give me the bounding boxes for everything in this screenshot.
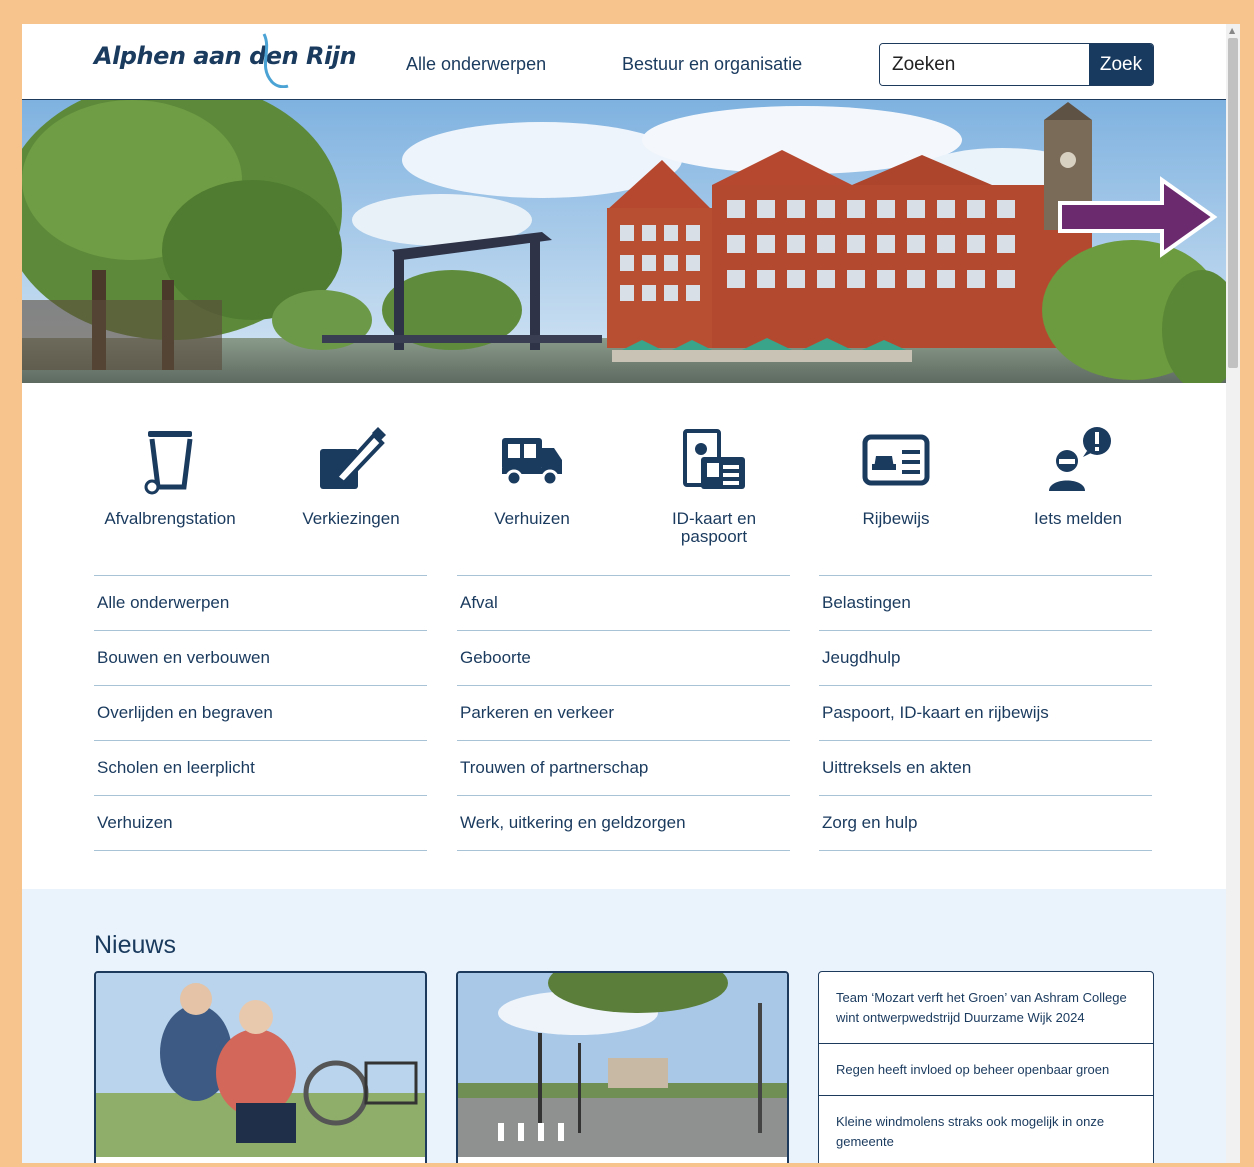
news-list: Team ‘Mozart verft het Groen’ van Ashram… <box>818 971 1154 1163</box>
scroll-up-icon[interactable]: ▲ <box>1229 26 1235 35</box>
news-list-item[interactable]: Team ‘Mozart verft het Groen’ van Ashram… <box>819 972 1153 1044</box>
browser-window: Alphen aan den Rijn Alle onderwerpen Bes… <box>22 24 1240 1163</box>
topic-link[interactable]: Parkeren en verkeer <box>457 686 790 741</box>
topic-link[interactable]: Overlijden en begraven <box>94 686 427 741</box>
nav-alle-onderwerpen[interactable]: Alle onderwerpen <box>406 54 546 75</box>
quick-link-label: Iets melden <box>1034 509 1122 528</box>
news-card[interactable] <box>94 971 427 1163</box>
site-logo[interactable]: Alphen aan den Rijn <box>94 42 357 70</box>
topic-link[interactable]: Geboorte <box>457 631 790 686</box>
quick-link-label: Verkiezingen <box>302 509 400 528</box>
waste-bin-icon <box>144 431 193 495</box>
topic-link[interactable]: Werk, uitkering en geldzorgen <box>457 796 790 851</box>
news-card[interactable] <box>456 971 789 1163</box>
quick-link-verhuizen[interactable]: Verhuizen <box>442 420 622 528</box>
topic-link[interactable]: Bouwen en verbouwen <box>94 631 427 686</box>
topic-link[interactable]: Zorg en hulp <box>819 796 1152 851</box>
news-card-image <box>458 973 787 1157</box>
page: Alphen aan den Rijn Alle onderwerpen Bes… <box>22 24 1226 1163</box>
quick-link-label: Afvalbrengstation <box>104 509 236 528</box>
topic-link[interactable]: Uittreksels en akten <box>819 741 1152 796</box>
topic-link[interactable]: Trouwen of partnerschap <box>457 741 790 796</box>
news-card-image <box>96 973 425 1157</box>
news-section: Nieuws Team ‘Mozart verft het Groen’ van… <box>22 889 1226 1163</box>
quick-link-label: Verhuizen <box>494 509 570 528</box>
topic-link[interactable]: Afval <box>457 576 790 631</box>
quick-link-afvalbrengstation[interactable]: Afvalbrengstation <box>80 420 260 528</box>
quick-link-label: ID-kaart en paspoort <box>671 509 757 546</box>
quick-link-rijbewijs[interactable]: Rijbewijs <box>806 420 986 528</box>
report-person-icon <box>1049 427 1111 491</box>
topic-column-3: Belastingen Jeugdhulp Paspoort, ID-kaart… <box>819 575 1152 851</box>
search-input[interactable] <box>880 44 1090 85</box>
id-card-passport-icon <box>683 429 745 489</box>
quick-link-label: Rijbewijs <box>862 509 930 528</box>
topic-column-1: Alle onderwerpen Bouwen en verbouwen Ove… <box>94 575 427 851</box>
news-heading: Nieuws <box>94 931 176 959</box>
search-bar: Zoek <box>879 43 1154 86</box>
search-button[interactable]: Zoek <box>1089 44 1153 85</box>
topic-link[interactable]: Jeugdhulp <box>819 631 1152 686</box>
topic-link[interactable]: Belastingen <box>819 576 1152 631</box>
hero-image <box>22 100 1226 383</box>
moving-truck-icon <box>502 438 562 487</box>
quick-link-iets-melden[interactable]: Iets melden <box>988 420 1168 528</box>
topic-column-2: Afval Geboorte Parkeren en verkeer Trouw… <box>457 575 790 851</box>
topic-link[interactable]: Alle onderwerpen <box>94 576 427 631</box>
quick-link-id-kaart-paspoort[interactable]: ID-kaart en paspoort <box>624 420 804 546</box>
scrollbar-thumb[interactable] <box>1228 38 1238 368</box>
news-list-item[interactable]: Regen heeft invloed op beheer openbaar g… <box>819 1044 1153 1096</box>
logo-swoosh-icon <box>262 33 289 88</box>
news-list-item[interactable]: Kleine windmolens straks ook mogelijk in… <box>819 1096 1153 1163</box>
nav-bestuur-en-organisatie[interactable]: Bestuur en organisatie <box>622 54 802 75</box>
site-header: Alphen aan den Rijn Alle onderwerpen Bes… <box>22 24 1226 100</box>
scrollbar[interactable]: ▲ <box>1226 24 1240 1163</box>
quick-link-verkiezingen[interactable]: Verkiezingen <box>261 420 441 528</box>
ballot-pencil-icon <box>320 427 386 489</box>
topic-link[interactable]: Scholen en leerplicht <box>94 741 427 796</box>
driving-license-icon <box>862 434 930 486</box>
topic-link[interactable]: Verhuizen <box>94 796 427 851</box>
topic-link[interactable]: Paspoort, ID-kaart en rijbewijs <box>819 686 1152 741</box>
